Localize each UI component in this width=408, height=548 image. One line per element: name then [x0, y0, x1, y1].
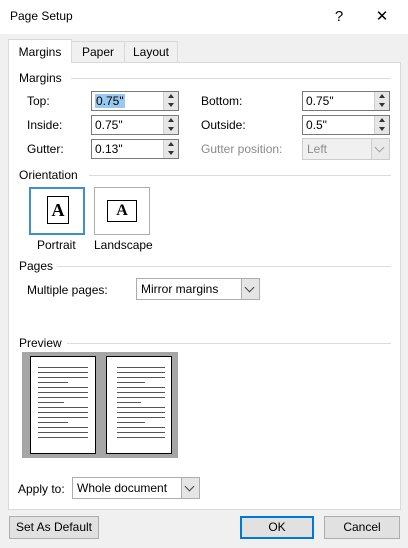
- chevron-down-icon: [244, 282, 255, 293]
- close-icon[interactable]: ✕: [367, 4, 397, 30]
- tab-layout[interactable]: Layout: [124, 41, 178, 62]
- portrait-option[interactable]: A: [29, 187, 85, 235]
- bottom-label: Bottom:: [201, 94, 243, 108]
- pages-heading: Pages: [19, 259, 54, 273]
- divider: [71, 78, 391, 79]
- portrait-page-icon: A: [47, 196, 69, 224]
- apply-to-value[interactable]: Whole document: [77, 481, 167, 495]
- portrait-label: Portrait: [37, 238, 76, 252]
- multiple-pages-select[interactable]: Mirror margins: [136, 278, 260, 300]
- ok-button[interactable]: OK: [240, 516, 314, 539]
- spin-down-icon[interactable]: [164, 125, 178, 134]
- chevron-down-icon: [184, 481, 195, 492]
- inside-margin-input[interactable]: 0.75": [91, 115, 179, 135]
- multiple-pages-label: Multiple pages:: [27, 283, 108, 297]
- bottom-margin-value[interactable]: 0.75": [306, 94, 334, 108]
- gutter-value[interactable]: 0.13": [95, 142, 123, 156]
- outside-margin-input[interactable]: 0.5": [302, 115, 390, 135]
- bottom-margin-input[interactable]: 0.75": [302, 91, 390, 111]
- landscape-page-icon: A: [107, 200, 137, 222]
- landscape-option[interactable]: A: [94, 187, 150, 235]
- outside-label: Outside:: [201, 118, 246, 132]
- multiple-pages-value[interactable]: Mirror margins: [141, 282, 218, 296]
- window-title: Page Setup: [10, 9, 73, 23]
- spin-down-icon[interactable]: [164, 101, 178, 110]
- apply-to-label: Apply to:: [18, 482, 65, 496]
- preview-right-page: [106, 356, 172, 454]
- spin-down-icon[interactable]: [375, 125, 389, 134]
- top-margin-input[interactable]: 0.75": [91, 91, 179, 111]
- set-as-default-button[interactable]: Set As Default: [9, 516, 99, 539]
- preview-heading: Preview: [19, 336, 62, 350]
- gutter-position-label: Gutter position:: [201, 142, 283, 156]
- tab-paper[interactable]: Paper: [71, 41, 125, 62]
- preview-left-page: [30, 356, 96, 454]
- landscape-label: Landscape: [94, 238, 153, 252]
- gutter-position-select: Left: [302, 138, 390, 160]
- title-bar: Page Setup ? ✕: [0, 0, 408, 34]
- chevron-down-icon: [374, 142, 385, 153]
- cancel-button[interactable]: Cancel: [324, 516, 400, 539]
- gutter-position-value: Left: [307, 142, 328, 156]
- help-button[interactable]: ?: [324, 4, 354, 30]
- inside-margin-value[interactable]: 0.75": [95, 118, 123, 132]
- spin-down-icon[interactable]: [164, 149, 178, 158]
- tab-margins[interactable]: Margins: [8, 39, 72, 63]
- gutter-label: Gutter:: [27, 142, 64, 156]
- divider: [57, 266, 391, 267]
- spin-down-icon[interactable]: [375, 101, 389, 110]
- apply-to-select[interactable]: Whole document: [72, 477, 200, 499]
- top-margin-value[interactable]: 0.75": [95, 94, 125, 108]
- orientation-heading: Orientation: [19, 168, 78, 182]
- divider: [67, 343, 391, 344]
- gutter-input[interactable]: 0.13": [91, 139, 179, 159]
- inside-label: Inside:: [27, 118, 63, 132]
- outside-margin-value[interactable]: 0.5": [306, 118, 327, 132]
- divider: [89, 175, 391, 176]
- preview-area: [22, 352, 178, 458]
- top-label: Top:: [27, 94, 50, 108]
- margins-heading: Margins: [19, 71, 62, 85]
